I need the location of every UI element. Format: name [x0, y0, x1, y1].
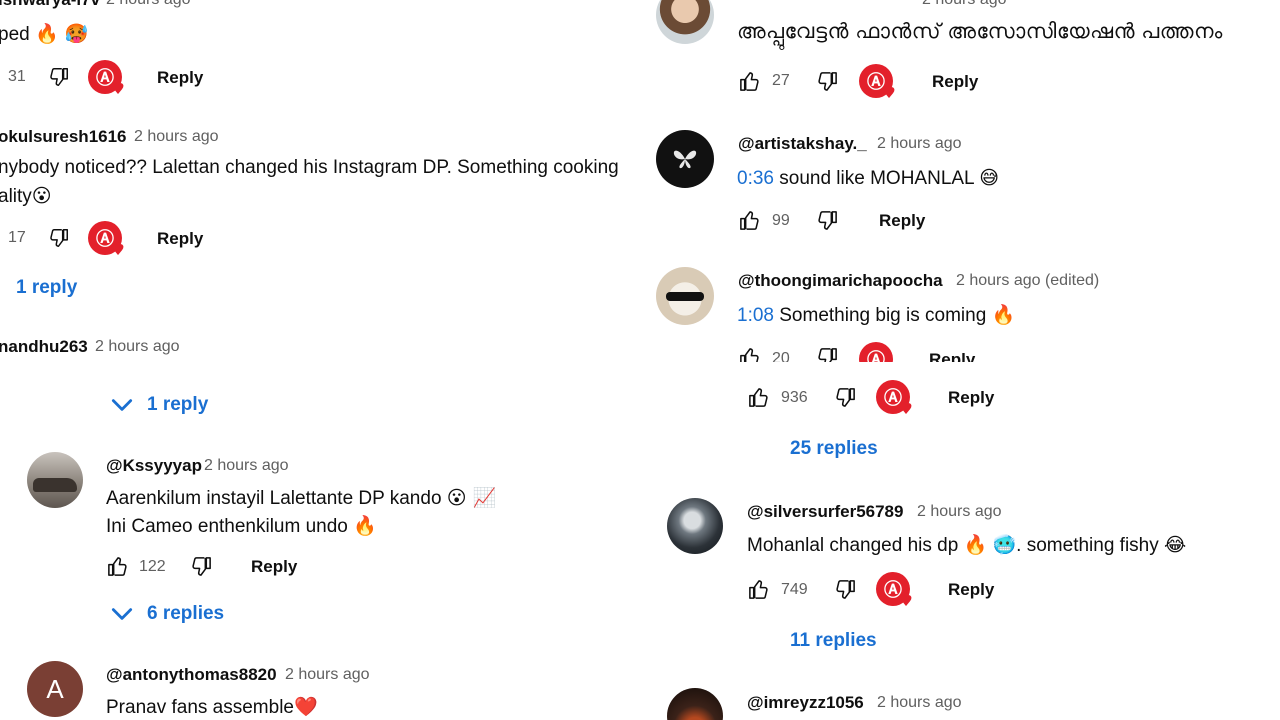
thumbs-down-icon[interactable]: [190, 555, 213, 578]
comment-time[interactable]: 2 hours ago: [877, 135, 962, 153]
reply-button[interactable]: Reply: [157, 68, 203, 88]
comment-author[interactable]: @antonythomas8820: [106, 665, 277, 685]
thumbs-down-icon[interactable]: [48, 66, 70, 88]
like-count: 122: [139, 558, 166, 575]
comment-time[interactable]: 2 hours ago: [922, 0, 1007, 9]
like-count: 31: [8, 68, 26, 85]
avatar-letter: A: [46, 673, 64, 704]
reply-button[interactable]: Reply: [948, 580, 994, 600]
comment-text-line1: nybody noticed?? Lalettan changed his In…: [0, 157, 619, 178]
comment-time[interactable]: 2 hours ago: [285, 666, 370, 684]
creator-heart-icon: Ⓐ♥: [88, 221, 125, 258]
creator-heart-icon: Ⓐ♥: [876, 380, 913, 417]
comment-time[interactable]: 2 hours ago: [106, 0, 191, 9]
comment-text: ped 🔥 🥵: [0, 23, 89, 45]
thumbs-down-icon[interactable]: [816, 70, 839, 93]
like-count: 99: [772, 212, 790, 229]
view-replies-link[interactable]: 6 replies: [147, 603, 224, 625]
comment-text: അപ്പുവേട്ടൻ ഫാൻസ് അസോസിയേഷൻ പത്തനം: [737, 20, 1223, 43]
comment-author[interactable]: nandhu263: [0, 337, 88, 357]
view-replies-link[interactable]: 11 replies: [790, 630, 877, 652]
thumbs-down-icon[interactable]: [834, 386, 857, 409]
like-count: 27: [772, 72, 790, 89]
thumbs-up-icon[interactable]: [747, 578, 770, 601]
comment-text: Mohanlal changed his dp 🔥 🥶. something f…: [747, 534, 1187, 556]
video-timestamp-link[interactable]: 1:08: [737, 305, 774, 326]
creator-heart-icon: Ⓐ♥: [859, 64, 896, 101]
comment-author[interactable]: @imreyzz1056: [747, 693, 864, 713]
reply-button[interactable]: Reply: [929, 350, 975, 362]
like-count: 749: [781, 581, 808, 598]
butterfly-icon: [673, 150, 697, 169]
avatar[interactable]: A: [27, 661, 83, 717]
view-replies-link[interactable]: 25 replies: [790, 438, 878, 460]
reply-button[interactable]: Reply: [251, 557, 297, 577]
like-count: 936: [781, 389, 808, 406]
like-count: 20: [772, 350, 790, 362]
comment-time[interactable]: 2 hours ago: [917, 503, 1002, 521]
video-timestamp-link[interactable]: 0:36: [737, 168, 774, 189]
comment-text-line2: Ini Cameo enthenkilum undo 🔥: [106, 515, 377, 537]
reply-button[interactable]: Reply: [948, 388, 994, 408]
creator-heart-icon: Ⓐ♥: [859, 342, 893, 362]
thumbs-down-icon[interactable]: [834, 578, 857, 601]
comment-text: Pranav fans assemble❤️: [106, 696, 318, 718]
panel-bottom-right: 936 Ⓐ ♥ Reply 25 replies @silversurfer567…: [640, 362, 1280, 720]
chevron-down-icon[interactable]: [109, 601, 135, 627]
avatar[interactable]: [656, 267, 714, 325]
panel-bottom-left: 1 reply @Kssyyyap 2 hours ago Aarenkilum…: [0, 362, 640, 720]
creator-heart-icon: Ⓐ♥: [876, 572, 913, 609]
avatar[interactable]: [667, 498, 723, 554]
thumbs-up-icon[interactable]: [747, 386, 770, 409]
like-count: 17: [8, 229, 26, 246]
comment-time[interactable]: 2 hours ago: [877, 694, 962, 712]
avatar[interactable]: [27, 452, 83, 508]
thumbs-down-icon[interactable]: [816, 346, 839, 362]
comment-author[interactable]: @silversurfer56789: [747, 502, 903, 522]
thumbs-down-icon[interactable]: [816, 209, 839, 232]
comment-author[interactable]: okulsuresh1616: [0, 127, 127, 147]
comment-author[interactable]: @Kssyyyap: [106, 456, 202, 476]
thumbs-up-icon[interactable]: [106, 555, 129, 578]
comment-time[interactable]: 2 hours ago: [95, 338, 180, 356]
comment-author[interactable]: ishwarya-i7v: [0, 0, 100, 10]
avatar[interactable]: [656, 130, 714, 188]
thumbs-up-icon[interactable]: [738, 209, 761, 232]
comment-text-line1: Aarenkilum instayil Lalettante DP kando …: [106, 487, 497, 509]
avatar[interactable]: [667, 688, 723, 720]
thumbs-up-icon[interactable]: [738, 346, 761, 362]
avatar[interactable]: [656, 0, 714, 44]
panel-top-right: 2 hours ago അപ്പുവേട്ടൻ ഫാൻസ് അസോസിയേഷൻ …: [640, 0, 1280, 362]
thumbs-up-icon[interactable]: [738, 70, 761, 93]
panel-top-left: ishwarya-i7v 2 hours ago ped 🔥 🥵 31 Ⓐ♥ R…: [0, 0, 640, 362]
comment-time[interactable]: 2 hours ago (edited): [956, 272, 1099, 290]
reply-button[interactable]: Reply: [932, 72, 978, 92]
comment-author[interactable]: @thoongimarichapoocha: [738, 271, 943, 291]
reply-button[interactable]: Reply: [879, 211, 925, 231]
comment-time[interactable]: 2 hours ago: [134, 128, 219, 146]
comment-author[interactable]: @artistakshay._: [738, 134, 867, 154]
comment-text-line2: ality😮: [0, 185, 52, 207]
creator-heart-icon: Ⓐ♥: [88, 60, 125, 97]
thumbs-down-icon[interactable]: [48, 227, 70, 249]
comment-time[interactable]: 2 hours ago: [204, 457, 289, 475]
reply-button[interactable]: Reply: [157, 229, 203, 249]
chevron-down-icon[interactable]: [109, 392, 135, 418]
view-replies-link[interactable]: 1 reply: [147, 394, 208, 416]
comment-text: 1:08 Something big is coming 🔥: [737, 304, 1016, 326]
comment-text: 0:36 sound like MOHANLAL 😅: [737, 167, 1000, 189]
view-replies-link[interactable]: 1 reply: [16, 277, 77, 299]
